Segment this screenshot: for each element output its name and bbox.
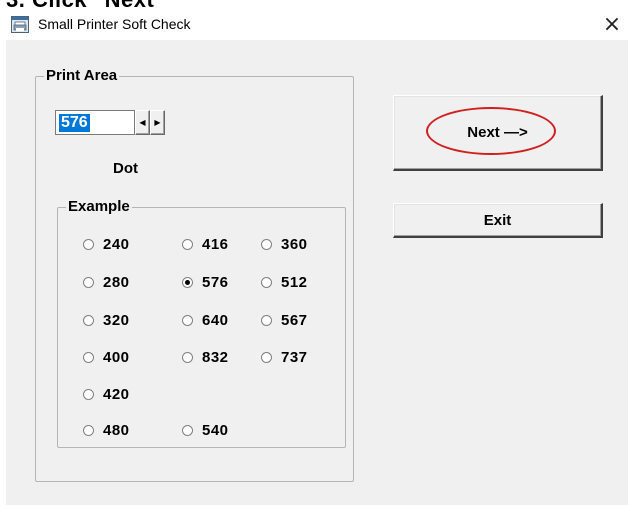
radio-option-540[interactable]: 540 <box>182 420 229 440</box>
radio-option-832[interactable]: 832 <box>182 347 229 367</box>
title-bar: Small Printer Soft Check × <box>0 12 628 40</box>
radio-button[interactable] <box>261 276 272 288</box>
window-title: Small Printer Soft Check <box>38 16 191 32</box>
radio-button[interactable] <box>83 424 94 436</box>
radio-label: 512 <box>281 273 308 291</box>
radio-button[interactable] <box>182 238 193 250</box>
radio-label: 480 <box>103 421 130 439</box>
next-button-label: Next —> <box>467 124 528 141</box>
arrow-left-icon: ◀ <box>139 118 146 127</box>
caption-strip: 3. Click "Next" <box>0 0 628 12</box>
radio-label: 832 <box>202 348 229 366</box>
radio-button[interactable] <box>182 314 193 326</box>
radio-option-360[interactable]: 360 <box>261 234 308 254</box>
radio-option-400[interactable]: 400 <box>83 347 130 367</box>
radio-button[interactable] <box>83 388 94 400</box>
radio-button[interactable] <box>83 276 94 288</box>
radio-label: 640 <box>202 311 229 329</box>
print-area-value-input[interactable]: 576 <box>55 110 135 135</box>
radio-option-567[interactable]: 567 <box>261 310 308 330</box>
exit-button[interactable]: Exit <box>393 203 603 238</box>
next-button[interactable]: Next —> <box>393 95 603 171</box>
spin-decrease-button[interactable]: ◀ <box>135 110 150 135</box>
radio-label: 280 <box>103 273 130 291</box>
radio-button[interactable] <box>261 238 272 250</box>
radio-label: 320 <box>103 311 130 329</box>
radio-label: 360 <box>281 235 308 253</box>
radio-button[interactable] <box>83 314 94 326</box>
radio-option-420[interactable]: 420 <box>83 384 130 404</box>
radio-label: 737 <box>281 348 308 366</box>
radio-label: 240 <box>103 235 130 253</box>
radio-button[interactable] <box>182 424 193 436</box>
radio-option-320[interactable]: 320 <box>83 310 130 330</box>
radio-option-416[interactable]: 416 <box>182 234 229 254</box>
arrow-right-icon: ▶ <box>154 118 161 127</box>
radio-button[interactable] <box>261 314 272 326</box>
radio-option-640[interactable]: 640 <box>182 310 229 330</box>
spin-increase-button[interactable]: ▶ <box>150 110 165 135</box>
radio-label: 416 <box>202 235 229 253</box>
close-icon[interactable]: × <box>600 11 624 39</box>
radio-label: 420 <box>103 385 130 403</box>
radio-button[interactable] <box>182 351 193 363</box>
radio-button[interactable] <box>261 351 272 363</box>
radio-option-737[interactable]: 737 <box>261 347 308 367</box>
radio-button-selected[interactable] <box>182 276 193 288</box>
radio-option-480[interactable]: 480 <box>83 420 130 440</box>
caption-text: 3. Click "Next" <box>6 0 165 12</box>
print-area-legend: Print Area <box>44 67 120 84</box>
radio-label: 567 <box>281 311 308 329</box>
radio-label: 576 <box>202 273 229 291</box>
radio-option-576[interactable]: 576 <box>182 272 229 292</box>
example-legend: Example <box>66 198 132 215</box>
radio-option-280[interactable]: 280 <box>83 272 130 292</box>
print-area-value: 576 <box>59 114 90 132</box>
radio-option-240[interactable]: 240 <box>83 234 130 254</box>
radio-option-512[interactable]: 512 <box>261 272 308 292</box>
printer-app-icon <box>11 16 29 33</box>
radio-label: 400 <box>103 348 130 366</box>
dialog-client-area: Print Area 576 ◀ ▶ Dot Example 240 416 3… <box>6 40 628 505</box>
radio-button[interactable] <box>83 238 94 250</box>
exit-button-label: Exit <box>483 212 512 229</box>
unit-label: Dot <box>113 160 138 177</box>
radio-button[interactable] <box>83 351 94 363</box>
radio-label: 540 <box>202 421 229 439</box>
